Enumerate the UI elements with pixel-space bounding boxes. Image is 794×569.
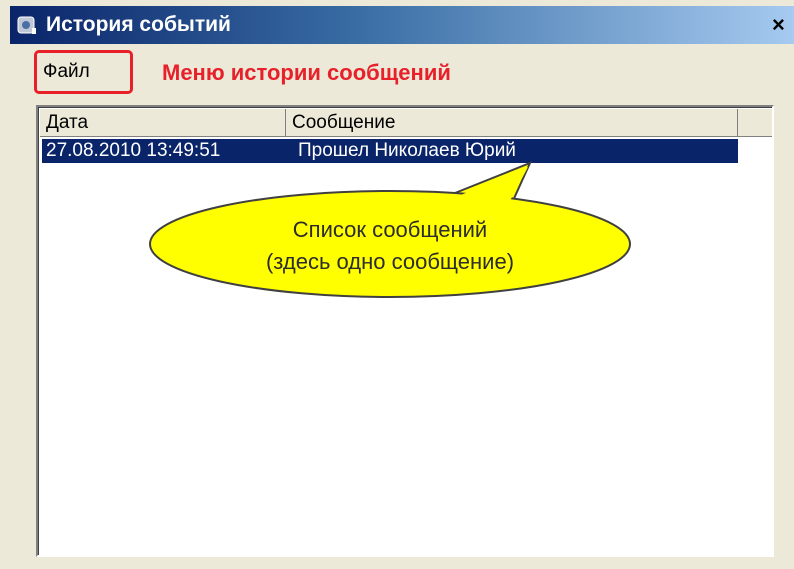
- history-window: История событий × Файл Меню истории сооб…: [0, 0, 794, 569]
- column-header-message[interactable]: Сообщение: [286, 109, 738, 137]
- table-row[interactable]: 27.08.2010 13:49:51 Прошел Николаев Юрий: [42, 139, 738, 163]
- window-title: История событий: [46, 13, 231, 36]
- menu-bar: Файл Меню истории сообщений: [10, 44, 794, 102]
- app-icon: [17, 16, 36, 34]
- menu-file-highlight[interactable]: Файл: [34, 50, 133, 94]
- row-date: 27.08.2010 13:49:51: [46, 140, 221, 161]
- column-header-date[interactable]: Дата: [40, 109, 286, 137]
- messages-list[interactable]: Дата Сообщение 27.08.2010 13:49:51 Проше…: [36, 105, 774, 557]
- callout-text: Список сообщений (здесь одно сообщение): [150, 214, 630, 278]
- title-bar[interactable]: История событий ×: [10, 6, 794, 44]
- row-message: Прошел Николаев Юрий: [298, 140, 516, 161]
- list-header: Дата Сообщение: [40, 109, 772, 137]
- menu-annotation: Меню истории сообщений: [162, 60, 451, 85]
- close-icon[interactable]: ×: [772, 12, 794, 38]
- callout-line-1: Список сообщений: [292, 217, 488, 242]
- callout-line-2: (здесь одно сообщение): [265, 249, 515, 274]
- menu-file[interactable]: Файл: [43, 61, 90, 83]
- column-header-filler: [738, 109, 772, 137]
